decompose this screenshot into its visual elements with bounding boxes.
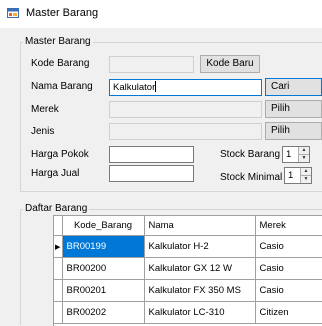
harga-jual-label: Harga Jual [31, 168, 80, 179]
column-header-merek[interactable]: Merek [255, 216, 322, 236]
merek-pilih-button[interactable]: Pilih [265, 100, 322, 118]
barang-table: Kode_Barang Nama Merek ▶ BR00199 Kalkula… [54, 216, 322, 324]
spin-down-icon[interactable]: ▼ [301, 175, 311, 183]
table-row[interactable]: ▶ BR00199 Kalkulator H-2 Casio [54, 235, 322, 258]
window-title: Master Barang [26, 7, 99, 19]
harga-jual-field[interactable] [109, 165, 194, 182]
cell-nama[interactable]: Kalkulator LC-310 [144, 301, 256, 324]
cell-kode-barang[interactable]: BR00202 [62, 301, 145, 324]
stock-minimal-label: Stock Minimal [220, 172, 283, 183]
column-header-kode-barang[interactable]: Kode_Barang [62, 216, 145, 236]
stock-minimal-stepper[interactable]: 1 ▲ ▼ [284, 167, 312, 184]
spin-down-icon[interactable]: ▼ [299, 154, 309, 162]
cell-nama[interactable]: Kalkulator FX 350 MS [144, 279, 256, 302]
merek-label: Merek [31, 104, 59, 115]
row-header[interactable] [54, 279, 63, 302]
kode-barang-field[interactable] [109, 56, 194, 73]
cell-merek[interactable]: Citizen [255, 301, 322, 324]
stock-barang-stepper[interactable]: 1 ▲ ▼ [282, 146, 310, 163]
row-header[interactable]: ▶ [54, 235, 63, 258]
jenis-pilih-button[interactable]: Pilih [265, 122, 322, 140]
nama-barang-value: Kalkulator [113, 82, 156, 93]
cell-nama[interactable]: Kalkulator H-2 [144, 235, 256, 258]
stock-barang-label: Stock Barang [220, 149, 281, 160]
row-header[interactable] [54, 301, 63, 324]
text-caret [155, 81, 157, 92]
daftar-barang-grid[interactable]: Kode_Barang Nama Merek ▶ BR00199 Kalkula… [53, 215, 322, 326]
cell-kode-barang[interactable]: BR00200 [62, 257, 145, 280]
spin-up-icon[interactable]: ▲ [301, 168, 311, 175]
jenis-field[interactable] [109, 123, 262, 140]
nama-barang-label: Nama Barang [31, 81, 93, 92]
cell-merek[interactable]: Casio [255, 257, 322, 280]
row-header-corner [54, 216, 63, 236]
stock-minimal-value: 1 [288, 170, 294, 181]
app-window-icon [7, 7, 19, 19]
stock-barang-spin-buttons[interactable]: ▲ ▼ [298, 147, 309, 162]
spin-up-icon[interactable]: ▲ [299, 147, 309, 154]
kode-baru-button[interactable]: Kode Baru [200, 55, 260, 73]
kode-barang-label: Kode Barang [31, 58, 90, 69]
title-bar: Master Barang [0, 0, 322, 28]
row-header[interactable] [54, 257, 63, 280]
cell-merek[interactable]: Casio [255, 235, 322, 258]
cari-button[interactable]: Cari [265, 78, 322, 96]
nama-barang-field[interactable]: Kalkulator [109, 79, 262, 96]
merek-field[interactable] [109, 101, 262, 118]
harga-pokok-label: Harga Pokok [31, 149, 89, 160]
cell-kode-barang[interactable]: BR00201 [62, 279, 145, 302]
daftar-barang-legend: Daftar Barang [23, 203, 90, 214]
harga-pokok-field[interactable] [109, 146, 194, 163]
cell-merek[interactable]: Casio [255, 279, 322, 302]
master-barang-legend: Master Barang [23, 36, 93, 47]
stock-minimal-spin-buttons[interactable]: ▲ ▼ [300, 168, 311, 183]
table-row[interactable]: BR00200 Kalkulator GX 12 W Casio [54, 257, 322, 280]
cell-nama[interactable]: Kalkulator GX 12 W [144, 257, 256, 280]
table-header-row: Kode_Barang Nama Merek [54, 216, 322, 236]
column-header-nama[interactable]: Nama [144, 216, 256, 236]
table-row[interactable]: BR00202 Kalkulator LC-310 Citizen [54, 301, 322, 324]
current-row-arrow-icon: ▶ [55, 244, 61, 251]
table-row[interactable]: BR00201 Kalkulator FX 350 MS Casio [54, 279, 322, 302]
jenis-label: Jenis [31, 126, 55, 137]
cell-kode-barang[interactable]: BR00199 [62, 235, 145, 258]
stock-barang-value: 1 [286, 149, 292, 160]
